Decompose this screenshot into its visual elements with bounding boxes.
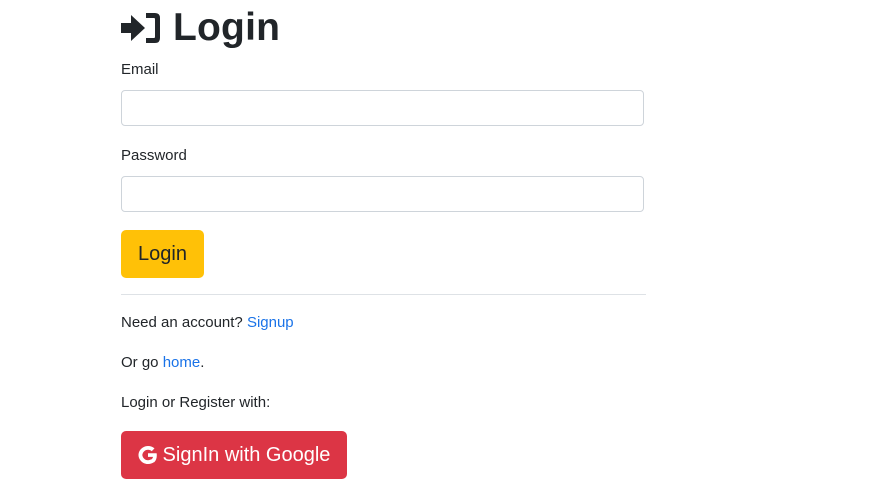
login-page: Login Email Password Login Need an accou… — [0, 0, 872, 495]
email-label: Email — [121, 61, 159, 78]
login-button[interactable]: Login — [121, 230, 204, 278]
page-header: Login — [121, 4, 280, 52]
divider — [121, 294, 646, 295]
social-prompt: Login or Register with: — [121, 394, 271, 411]
home-link[interactable]: home — [163, 354, 201, 371]
signup-line: Need an account? Signup — [121, 313, 294, 333]
page-title: Login — [173, 6, 281, 49]
email-field[interactable] — [121, 90, 644, 126]
signup-prompt: Need an account? — [121, 314, 243, 331]
signup-link[interactable]: Signup — [247, 314, 294, 331]
home-prompt: Or go — [121, 354, 159, 371]
google-icon — [138, 445, 158, 465]
password-label: Password — [121, 147, 187, 164]
google-signin-button[interactable]: SignIn with Google — [121, 431, 347, 479]
home-line: Or go home. — [121, 353, 204, 373]
home-suffix: . — [200, 354, 205, 371]
google-signin-label: SignIn with Google — [162, 443, 331, 466]
sign-in-icon — [121, 11, 161, 45]
password-field[interactable] — [121, 176, 644, 212]
